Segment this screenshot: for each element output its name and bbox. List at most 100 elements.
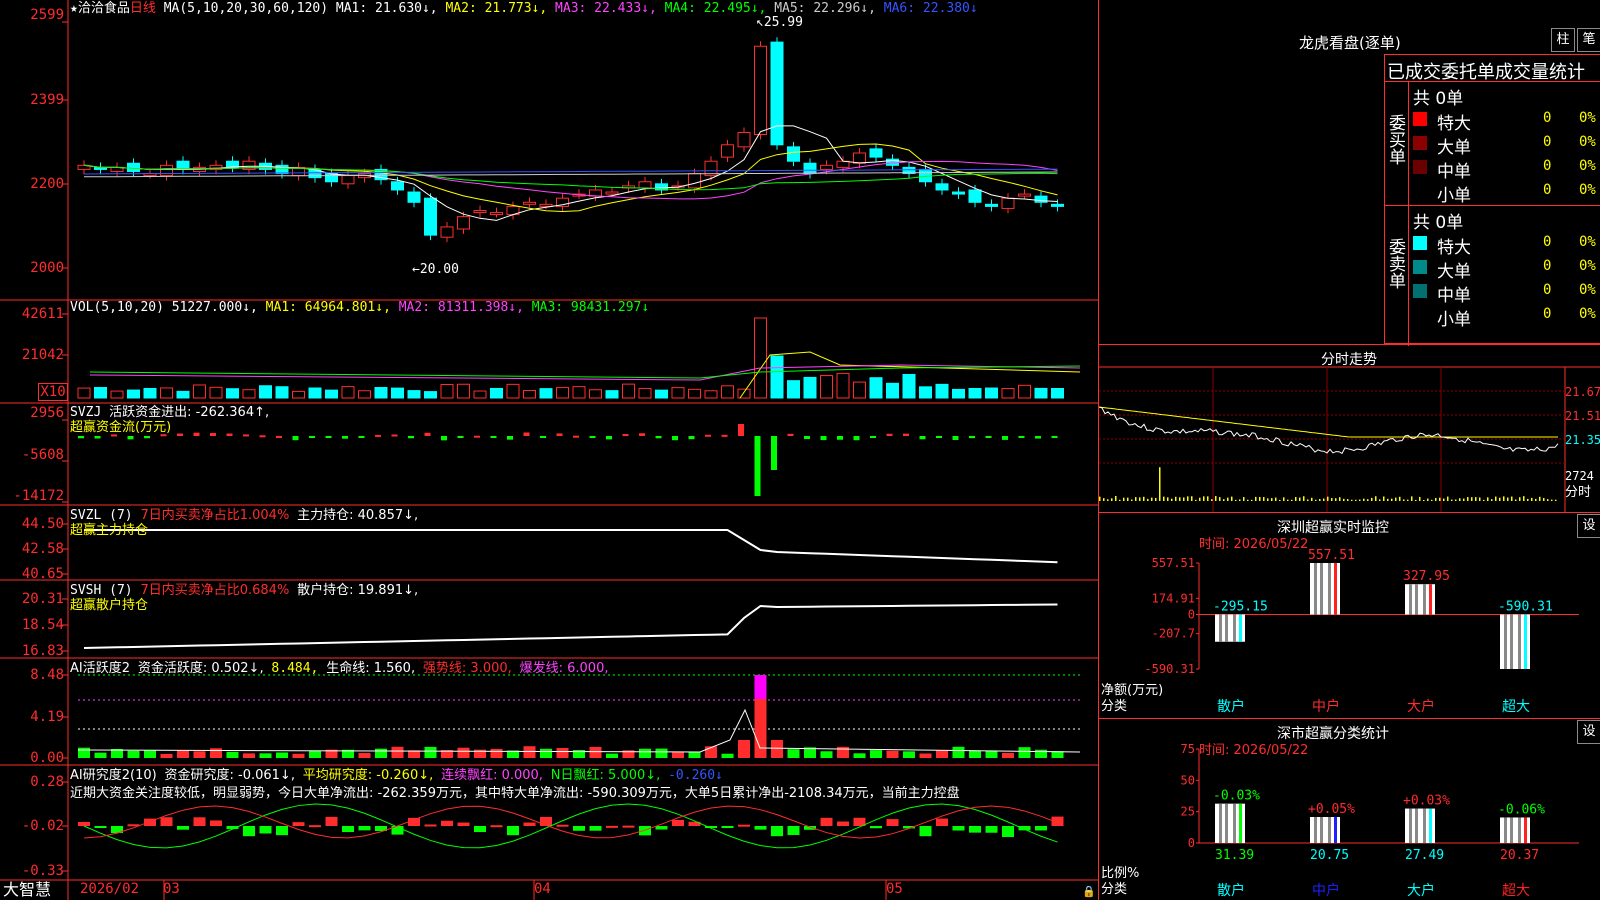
intraday-volume-bar <box>1463 498 1465 501</box>
intraday-volume-bar <box>1499 497 1501 501</box>
svzj-bar <box>820 436 827 441</box>
intraday-volume-bar <box>1503 496 1505 501</box>
ai-active-t1: 资金活跃度: 0.502↓, <box>137 661 264 676</box>
active-bar <box>754 699 767 758</box>
intraday-volume-bar <box>1539 496 1541 501</box>
intraday-volume-bar <box>1195 499 1197 501</box>
active-bar <box>606 753 618 758</box>
intraday-volume-bar <box>1211 499 1213 501</box>
buy-row: 小单 0 0% <box>1411 180 1600 206</box>
candle-body <box>127 162 140 172</box>
svzj-bar <box>754 436 761 496</box>
ma-params: MA(5,10,20,30,60,120) <box>163 1 329 16</box>
ma1-value: MA1: 21.630↓, <box>335 1 438 16</box>
intraday-chart[interactable] <box>1099 345 1600 513</box>
volume-bar <box>886 382 899 399</box>
axis-tick-label: 0 <box>1188 836 1195 850</box>
intraday-volume-bar <box>1167 497 1169 501</box>
candle-body <box>539 203 553 207</box>
period-label[interactable]: 日线 <box>130 1 156 16</box>
research-bar <box>457 822 470 826</box>
volume-bar <box>754 317 767 399</box>
research-bar <box>837 821 849 826</box>
intraday-volume-bar <box>1283 497 1285 501</box>
active-bar <box>457 747 470 758</box>
volume-bar <box>1001 387 1015 399</box>
brand-label[interactable]: 大智慧 <box>3 881 51 899</box>
svzl-ratio: 7日内买卖净占比1.004% <box>140 508 290 523</box>
intraday-volume-bar <box>1487 497 1489 501</box>
sz-stats-panel: 深市超赢分类统计 设 时间: 2026/05/22 75 50 25 0 -0.03% 散… <box>1099 718 1600 900</box>
active-bar <box>358 753 371 758</box>
intraday-volume-bar <box>1495 496 1497 501</box>
research-bar <box>985 826 998 833</box>
active-bar <box>903 751 915 758</box>
buy-row-label: 特大 <box>1437 114 1471 134</box>
active-bar <box>639 748 651 758</box>
intraday-volume-bar <box>1267 498 1269 501</box>
candle-body <box>523 201 536 205</box>
vol-axis-label: 21042 <box>21 347 64 363</box>
category-label: 散户 <box>1217 698 1245 715</box>
intraday-axis-label: 21.51 <box>1565 409 1600 423</box>
intraday-volume-bar <box>1375 496 1377 501</box>
lock-icon[interactable]: 🔒 <box>1082 884 1096 899</box>
bar <box>1405 808 1435 843</box>
volume-bar <box>919 386 932 399</box>
buy-row-label: 大单 <box>1437 138 1471 158</box>
volume-bar <box>968 387 982 399</box>
volume-bar <box>523 389 536 399</box>
tick-view-button[interactable]: 笔 <box>1577 28 1600 52</box>
intraday-volume-bar <box>1175 496 1177 501</box>
svzj-bar <box>441 436 447 441</box>
ma5-value: MA5: 22.296↓, <box>774 1 876 16</box>
svsh-ratio: 7日内买卖净占比0.684% <box>140 583 290 598</box>
intraday-volume-bar <box>1323 498 1325 501</box>
intraday-volume-bar <box>1515 499 1517 501</box>
buy-row-count: 0 <box>1543 110 1552 126</box>
intraday-volume-bar <box>1399 496 1401 501</box>
candle-body <box>391 181 404 191</box>
candle-body <box>490 212 503 216</box>
volume-bar <box>259 385 272 399</box>
active-bar <box>523 746 536 758</box>
intraday-volume-bar <box>1263 497 1265 501</box>
active-bar <box>820 751 833 758</box>
intraday-volume-bar <box>1547 499 1549 501</box>
ai-research-t5: -0.260↓ <box>668 768 723 783</box>
ai-research-t2: 平均研究度: -0.260↓, <box>302 768 434 783</box>
intraday-panel[interactable]: 分时走势 21.67 21.51 21.35 2724 分时 <box>1099 344 1600 513</box>
vol-ma3: MA3: 98431.297↓ <box>531 300 650 315</box>
candle-body <box>638 181 652 189</box>
sell-row-pct: 0% <box>1579 306 1596 322</box>
svzj-axis-label: -14172 <box>13 488 64 504</box>
category-label: 中户 <box>1312 882 1340 899</box>
bar-view-button[interactable]: 柱 <box>1551 28 1575 52</box>
ai-research-name: AI研究度2(10) <box>70 768 157 783</box>
intraday-volume-bar <box>1435 497 1437 501</box>
star-icon: ★ <box>70 1 78 16</box>
volume-bar <box>1018 384 1031 399</box>
research-bar <box>754 826 767 830</box>
bar <box>1310 816 1340 843</box>
buy-row-pct: 0% <box>1579 182 1596 198</box>
svzl-hold: 主力持仓: 40.857↓, <box>297 508 419 523</box>
bar <box>1310 563 1340 615</box>
volume-bar <box>787 380 800 399</box>
color-swatch <box>1413 112 1427 126</box>
svzj-bar <box>276 435 282 438</box>
stock-name: 洽洽食品 <box>77 1 130 16</box>
main-chart-canvas[interactable] <box>0 0 1098 900</box>
sell-row-label: 大单 <box>1437 262 1471 282</box>
ai-research-axis-label: 0.28 <box>30 774 64 790</box>
svzj-bar <box>804 436 810 440</box>
candle-body <box>737 131 751 148</box>
active-bar <box>969 750 981 758</box>
svzj-bar <box>985 436 992 438</box>
research-bar <box>952 826 965 831</box>
intraday-volume-bar <box>1507 497 1509 501</box>
active-bar <box>870 750 882 758</box>
volume-bar <box>1051 387 1064 399</box>
main-chart-area[interactable]: ★洽洽食品日线 MA(5,10,20,30,60,120) MA1: 21.63… <box>0 0 1098 900</box>
intraday-volume-bar <box>1523 496 1525 501</box>
